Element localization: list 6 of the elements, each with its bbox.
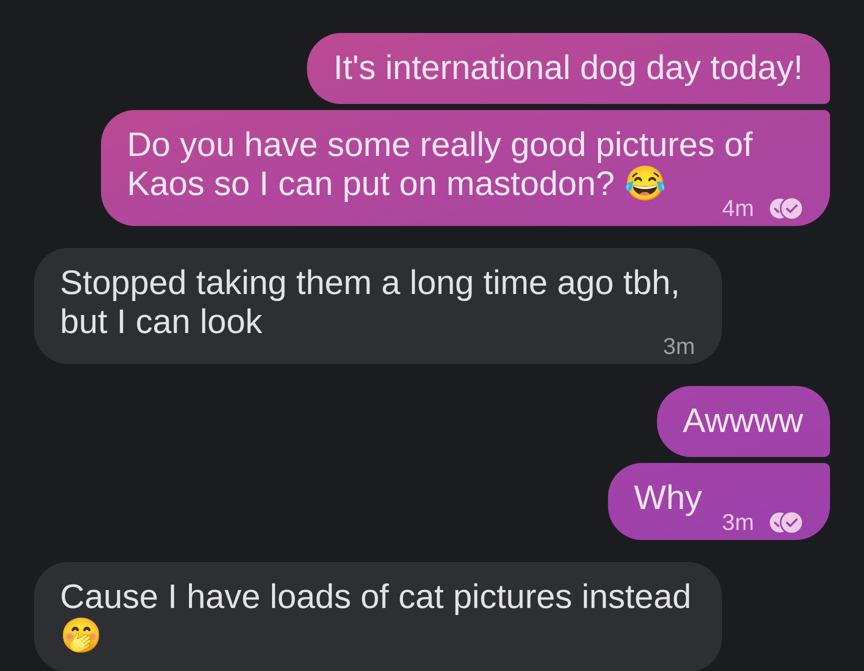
message-time: 4m <box>722 200 754 217</box>
message-time: 3m <box>722 514 754 531</box>
message-text: Why <box>634 479 702 517</box>
message-text: Awwww <box>682 402 803 440</box>
message-text: It's international dog day today! <box>333 49 803 87</box>
message-text: Cause I have loads of cat pictures instead 🤭 <box>60 578 692 655</box>
